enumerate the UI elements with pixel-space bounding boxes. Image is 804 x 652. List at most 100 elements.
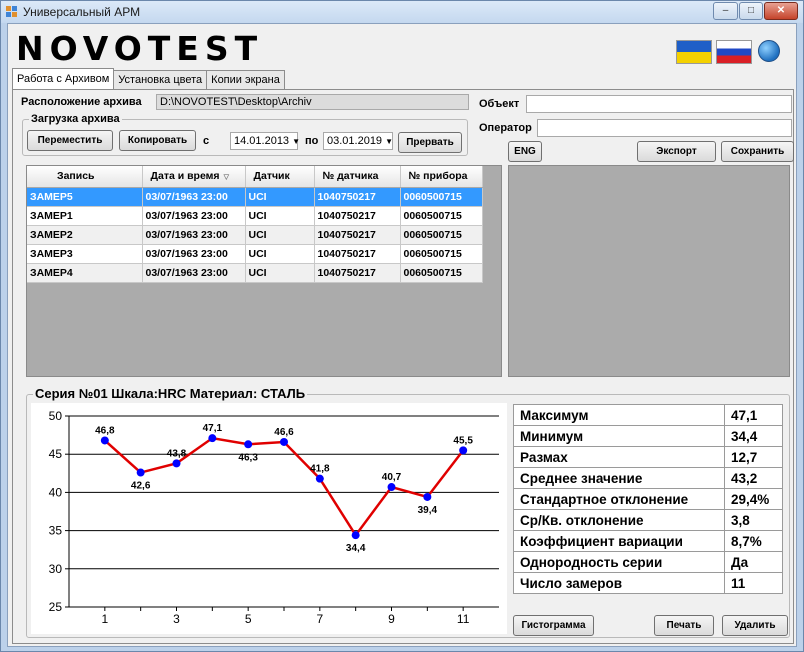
stat-label: Среднее значение	[513, 467, 725, 489]
table-cell: 0060500715	[400, 244, 483, 264]
y-tick-label: 45	[49, 447, 63, 461]
y-tick-label: 35	[49, 524, 63, 538]
table-row[interactable]: ЗАМЕР5 03/07/1963 23:00 UCI 1040750217 0…	[27, 187, 483, 207]
to-date-value: 03.01.2019	[327, 135, 383, 147]
column-header-sensor[interactable]: Датчик	[245, 166, 315, 188]
series-line	[103, 436, 465, 538]
tab-screen-copies[interactable]: Копии экрана	[206, 70, 285, 89]
globe-icon[interactable]	[758, 40, 780, 62]
archive-tab-page: Расположение архива D:\NOVOTEST\Desktop\…	[12, 89, 794, 644]
y-tick-label: 40	[49, 485, 63, 499]
move-button[interactable]: Переместить	[27, 130, 113, 151]
novotest-logo: NOVOTEST	[16, 29, 264, 68]
to-date-picker[interactable]: 03.01.2019 ▼	[323, 132, 393, 150]
stat-value: 34,4	[724, 425, 783, 447]
table-cell: 03/07/1963 23:00	[142, 263, 246, 283]
operator-field[interactable]	[537, 119, 792, 137]
table-cell: 0060500715	[400, 206, 483, 226]
export-button[interactable]: Экспорт	[637, 141, 716, 162]
stats-row: Однородность серии Да	[513, 551, 783, 573]
data-point	[100, 436, 109, 445]
tab-archive[interactable]: Работа с Архивом	[12, 68, 115, 89]
from-date-picker[interactable]: 14.01.2013 ▼	[230, 132, 300, 150]
x-tick-label: 7	[316, 612, 323, 626]
stats-row: Максимум 47,1	[513, 404, 783, 426]
column-header-datetime[interactable]: Дата и время ▽	[142, 166, 246, 188]
delete-button[interactable]: Удалить	[722, 615, 788, 636]
chevron-down-icon: ▼	[292, 137, 300, 146]
stop-button[interactable]: Прервать	[398, 132, 462, 153]
records-grid[interactable]: Запись Дата и время ▽ Датчик № датчика № …	[26, 165, 502, 377]
x-tick-label: 11	[457, 612, 470, 626]
title-bar[interactable]: Универсальный АРМ – □ ✕	[1, 1, 803, 23]
table-cell: ЗАМЕР4	[27, 263, 143, 283]
stat-label: Стандартное отклонение	[513, 488, 725, 510]
print-button[interactable]: Печать	[654, 615, 714, 636]
stat-value: 29,4%	[724, 488, 783, 510]
ukraine-flag-icon[interactable]	[676, 40, 712, 64]
stat-value: Да	[724, 551, 783, 573]
table-row[interactable]: ЗАМЕР3 03/07/1963 23:00 UCI 1040750217 0…	[27, 244, 483, 264]
stat-value: 12,7	[724, 446, 783, 468]
y-tick-label: 30	[49, 562, 63, 576]
column-header-datetime-label: Дата и время	[150, 170, 220, 183]
data-point	[172, 459, 181, 468]
series-title: Серия №01 Шкала:HRC Материал: СТАЛЬ	[33, 386, 308, 401]
stat-value: 11	[724, 572, 783, 594]
stats-row: Число замеров 11	[513, 572, 783, 594]
stats-row: Размах 12,7	[513, 446, 783, 468]
series-chart: 25 30 35 40 45 50 1 3 5 7 9 11 46,8 42,6 43,8 47,1 46,3 4…	[31, 403, 507, 634]
table-cell: ЗАМЕР2	[27, 225, 143, 245]
records-table: Запись Дата и время ▽ Датчик № датчика № …	[27, 166, 483, 283]
sort-down-icon: ▽	[223, 174, 229, 182]
column-header-record[interactable]: Запись	[27, 166, 143, 188]
minimize-button[interactable]: –	[713, 2, 738, 20]
window-title: Универсальный АРМ	[23, 5, 141, 19]
data-point	[136, 468, 145, 477]
stat-label: Коэффициент вариации	[513, 530, 725, 552]
table-cell: 0060500715	[400, 187, 483, 207]
stat-label: Минимум	[513, 425, 725, 447]
table-cell: 1040750217	[314, 225, 401, 245]
table-cell: UCI	[245, 263, 315, 283]
data-point	[351, 531, 360, 540]
eng-button[interactable]: ENG	[508, 141, 542, 162]
data-point	[315, 474, 324, 483]
table-cell: UCI	[245, 225, 315, 245]
x-tick-label: 1	[101, 612, 108, 626]
data-label: 46,8	[95, 425, 115, 436]
table-row[interactable]: ЗАМЕР1 03/07/1963 23:00 UCI 1040750217 0…	[27, 206, 483, 226]
table-cell: ЗАМЕР5	[27, 187, 143, 207]
object-field[interactable]	[526, 95, 792, 113]
maximize-button[interactable]: □	[739, 2, 763, 20]
data-label: 41,8	[310, 464, 330, 475]
archive-location-field[interactable]: D:\NOVOTEST\Desktop\Archiv	[156, 94, 469, 110]
table-row[interactable]: ЗАМЕР2 03/07/1963 23:00 UCI 1040750217 0…	[27, 225, 483, 245]
table-cell: 1040750217	[314, 187, 401, 207]
table-cell: 03/07/1963 23:00	[142, 244, 246, 264]
y-tick-label: 50	[49, 409, 63, 423]
close-button[interactable]: ✕	[764, 2, 798, 20]
table-cell: 03/07/1963 23:00	[142, 225, 246, 245]
table-row[interactable]: ЗАМЕР4 03/07/1963 23:00 UCI 1040750217 0…	[27, 263, 483, 283]
from-date-value: 14.01.2013	[234, 135, 290, 147]
histogram-button[interactable]: Гистограмма	[513, 615, 594, 636]
tab-color-settings[interactable]: Установка цвета	[113, 70, 208, 89]
data-label: 46,3	[238, 452, 258, 463]
y-tick-label: 25	[49, 600, 63, 614]
save-button[interactable]: Сохранить	[721, 141, 794, 162]
column-header-sensor-number[interactable]: № датчика	[314, 166, 401, 188]
column-header-device-number-label: № прибора	[408, 170, 468, 183]
table-cell: 0060500715	[400, 225, 483, 245]
table-cell: 0060500715	[400, 263, 483, 283]
column-header-device-number[interactable]: № прибора	[400, 166, 483, 188]
chevron-down-icon: ▼	[385, 137, 393, 146]
table-cell: 1040750217	[314, 206, 401, 226]
column-header-record-label: Запись	[57, 170, 95, 183]
data-label: 43,8	[167, 448, 187, 459]
copy-button[interactable]: Копировать	[119, 130, 196, 151]
table-cell: 03/07/1963 23:00	[142, 187, 246, 207]
russia-flag-icon[interactable]	[716, 40, 752, 64]
stats-table: Максимум 47,1 Минимум 34,4 Размах 12,7 Сред…	[513, 404, 783, 594]
stats-row: Минимум 34,4	[513, 425, 783, 447]
